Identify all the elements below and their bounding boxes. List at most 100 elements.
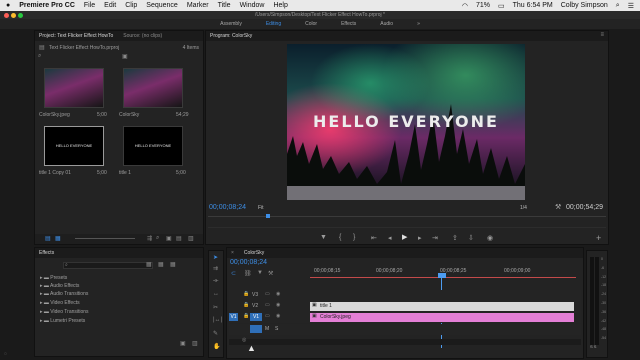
32bit-icon[interactable]: ▦ <box>158 261 164 268</box>
tab-program[interactable]: Program: ColorSky <box>210 33 252 39</box>
solo-buttons[interactable]: S S <box>590 344 596 349</box>
rate-stretch-icon[interactable]: ↔ <box>213 291 219 297</box>
linked-selection-icon[interactable]: ⛓ <box>244 270 252 277</box>
menu-app-name[interactable]: Premiere Pro CC <box>19 2 75 9</box>
pen-tool-icon[interactable]: ✎ <box>213 330 218 337</box>
menu-help[interactable]: Help <box>273 2 287 9</box>
toggle-sync-icon[interactable]: ▭ <box>265 291 270 297</box>
tab-project[interactable]: Project: Text Flicker Effect HowTo <box>39 33 113 39</box>
go-to-in-icon[interactable]: ⇤ <box>371 234 377 242</box>
lock-icon[interactable]: 🔒 <box>243 291 249 297</box>
menu-edit[interactable]: Edit <box>104 2 116 9</box>
fit-dropdown[interactable]: Fit <box>258 205 264 211</box>
menu-list-icon[interactable]: ☰ <box>628 2 634 10</box>
clip-colorsky-jpeg[interactable]: ColorSky.jpeg <box>310 313 574 322</box>
solo-button[interactable]: S <box>275 326 278 332</box>
ripple-edit-icon[interactable]: ⟛ <box>213 278 218 285</box>
button-editor-icon[interactable]: + <box>596 233 601 243</box>
close-tab-icon[interactable]: × <box>231 250 234 256</box>
zoom-window-button[interactable] <box>18 12 23 18</box>
play-button[interactable]: ▶ <box>402 233 407 241</box>
effects-search-input[interactable]: ⌕ <box>63 262 153 269</box>
timeline-timecode[interactable]: 00;00;08;24 <box>230 259 267 266</box>
track-select-icon[interactable]: ⇉ <box>213 265 218 272</box>
clip-title-1[interactable]: title 1 <box>310 302 574 311</box>
zoom-slider[interactable] <box>75 238 135 239</box>
add-marker-icon[interactable]: ▼ <box>257 270 263 276</box>
find-icon[interactable]: ⌕ <box>156 235 159 242</box>
lock-icon[interactable]: 🔒 <box>243 313 249 319</box>
program-playhead-timecode[interactable]: 00;00;08;24 <box>209 204 246 211</box>
program-zoom-bar[interactable] <box>208 227 606 228</box>
effects-tree-item[interactable]: ▸ ▬ Audio Transitions <box>40 291 88 297</box>
tab-source[interactable]: Source: (no clips) <box>123 33 162 39</box>
menu-file[interactable]: File <box>84 2 95 9</box>
source-patch-v1[interactable]: V1 <box>229 313 238 321</box>
new-bin-icon[interactable]: ▣ <box>122 53 128 60</box>
mark-in-icon[interactable]: { <box>339 234 341 241</box>
hand-tool-icon[interactable]: ✋ <box>213 343 220 350</box>
close-window-button[interactable] <box>4 12 9 18</box>
effects-tree-item[interactable]: ▸ ▬ Lumetri Presets <box>40 318 85 324</box>
slip-tool-icon[interactable]: |↔| <box>213 317 222 323</box>
wifi-icon[interactable]: ◠ <box>462 2 468 10</box>
tab-effects[interactable]: Effects <box>39 250 54 256</box>
workspace-assembly[interactable]: Assembly <box>220 21 242 27</box>
clock[interactable]: Thu 6:54 PM <box>513 2 553 9</box>
workspace-more-icon[interactable]: » <box>417 21 420 27</box>
icon-view-icon[interactable]: ▦ <box>55 235 61 242</box>
accelerated-icon[interactable]: ▦ <box>146 261 152 268</box>
thumbnail-colorsky-jpeg[interactable] <box>44 68 104 108</box>
workspace-color[interactable]: Color <box>305 21 317 27</box>
eye-icon[interactable]: ◉ <box>276 291 280 297</box>
new-bin-icon[interactable]: ▣ <box>180 340 186 347</box>
mute-button[interactable]: M <box>265 326 269 332</box>
lift-icon[interactable]: ⇪ <box>452 234 458 242</box>
timeline-scrollbar[interactable] <box>229 339 581 345</box>
thumbnail-colorsky-sequence[interactable] <box>123 68 183 108</box>
step-forward-icon[interactable]: ▸ <box>418 234 422 242</box>
battery-percent[interactable]: 71% <box>476 2 490 9</box>
eye-icon[interactable]: ◉ <box>276 302 280 308</box>
effects-tree-item[interactable]: ▸ ▬ Audio Effects <box>40 283 79 289</box>
menu-window[interactable]: Window <box>240 2 265 9</box>
mark-out-icon[interactable]: } <box>353 234 355 241</box>
tab-sequence[interactable]: ColorSky <box>244 250 264 256</box>
toggle-sync-icon[interactable]: ▭ <box>265 302 270 308</box>
program-video-frame[interactable]: HELLO EVERYONE <box>287 44 525 200</box>
search-icon[interactable]: ⌕ <box>38 53 41 60</box>
menu-sequence[interactable]: Sequence <box>146 2 178 9</box>
timeline-wrench-icon[interactable]: ⚒ <box>268 270 273 277</box>
new-item-icon[interactable]: ▤ <box>176 235 182 242</box>
workspace-audio[interactable]: Audio <box>380 21 393 27</box>
track-target-v1[interactable]: V1 <box>250 313 262 321</box>
toggle-sync-icon[interactable]: ▭ <box>265 313 270 319</box>
selection-tool-icon[interactable]: ➤ <box>213 254 218 261</box>
razor-tool-icon[interactable]: ✂ <box>213 304 218 311</box>
eye-icon[interactable]: ◉ <box>276 313 280 319</box>
effects-tree-item[interactable]: ▸ ▬ Presets <box>40 275 67 281</box>
wrench-icon[interactable]: ⚒ <box>555 203 561 211</box>
panel-menu-icon[interactable]: ≡ <box>600 32 604 38</box>
effects-tree-item[interactable]: ▸ ▬ Video Effects <box>40 300 80 306</box>
go-to-out-icon[interactable]: ⇥ <box>432 234 438 242</box>
workspace-editing[interactable]: Editing <box>266 21 281 27</box>
program-playhead-marker[interactable] <box>266 214 270 218</box>
track-target-a1[interactable] <box>250 325 262 333</box>
menu-clip[interactable]: Clip <box>125 2 137 9</box>
timeline-playhead-handle[interactable] <box>438 273 446 278</box>
trash-icon[interactable]: ▥ <box>192 340 198 347</box>
menu-marker[interactable]: Marker <box>187 2 209 9</box>
zoom-icon[interactable]: ◎ <box>242 337 246 343</box>
thumbnail-title-copy[interactable]: HELLO EVERYONE <box>44 126 104 166</box>
resolution-dropdown[interactable]: 1/4 <box>520 205 527 211</box>
thumbnail-title-1[interactable]: HELLO EVERYONE <box>123 126 183 166</box>
user-name[interactable]: Colby Simpson <box>561 2 608 9</box>
extract-icon[interactable]: ⇩ <box>468 234 474 242</box>
menu-title[interactable]: Title <box>218 2 231 9</box>
lock-icon[interactable]: 🔒 <box>243 302 249 308</box>
effects-tree-item[interactable]: ▸ ▬ Video Transitions <box>40 309 89 315</box>
list-view-icon[interactable]: ▤ <box>45 235 51 242</box>
apple-menu-icon[interactable]: ● <box>6 2 10 9</box>
trash-icon[interactable]: ▥ <box>188 235 194 242</box>
